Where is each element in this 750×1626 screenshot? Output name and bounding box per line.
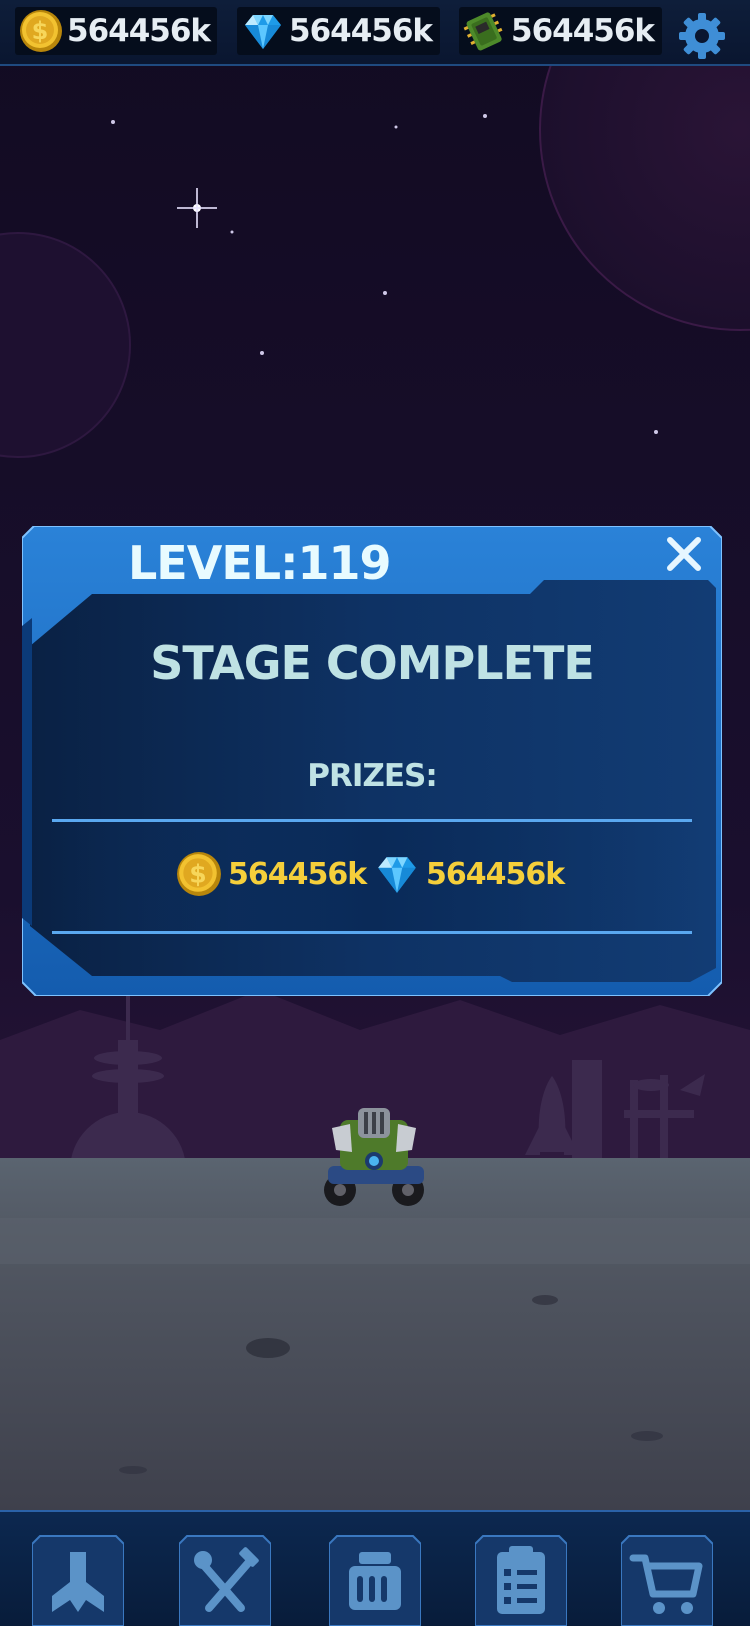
tools-icon[interactable] — [179, 1532, 271, 1626]
crater — [119, 1466, 147, 1474]
gems-value: 564456k — [289, 13, 433, 49]
prize-coins: $ 564456k — [176, 850, 367, 898]
ammo-icon[interactable] — [329, 1532, 421, 1626]
level-label: LEVEL:119 — [128, 536, 391, 590]
coin-icon: $ — [177, 852, 221, 896]
cart-icon[interactable] — [621, 1532, 713, 1626]
coins-value: 564456k — [67, 13, 211, 49]
prize-gems-value: 564456k — [426, 856, 565, 892]
crater — [532, 1295, 558, 1305]
stage-complete-dialog: LEVEL:119 STAGE COMPLETE PRIZES: $ 56445… — [22, 526, 722, 996]
gems-counter[interactable]: 564456k — [237, 7, 440, 55]
svg-text:$: $ — [32, 17, 49, 45]
coins-counter[interactable]: $ 564456k — [15, 7, 217, 55]
chip-icon — [463, 12, 503, 51]
prize-gems: 564456k — [374, 850, 565, 898]
crater — [246, 1338, 290, 1358]
hangar-icon[interactable] — [32, 1532, 124, 1626]
gear-icon[interactable] — [676, 10, 728, 62]
chips-counter[interactable]: 564456k — [459, 7, 662, 55]
crater — [631, 1431, 663, 1441]
gem-icon — [378, 857, 416, 893]
currency-bar: $ 564456k 564456k 564456k — [0, 0, 750, 66]
coin-icon: $ — [20, 10, 62, 52]
gem-icon — [245, 15, 281, 49]
prize-coins-value: 564456k — [228, 856, 367, 892]
bottom-nav — [0, 1510, 750, 1626]
chips-value: 564456k — [511, 13, 655, 49]
svg-text:$: $ — [189, 859, 206, 888]
stage-complete-title: STAGE COMPLETE — [150, 636, 595, 690]
prizes-label: PRIZES: — [307, 758, 438, 794]
close-icon[interactable] — [662, 532, 706, 576]
clipboard-icon[interactable] — [475, 1532, 567, 1626]
